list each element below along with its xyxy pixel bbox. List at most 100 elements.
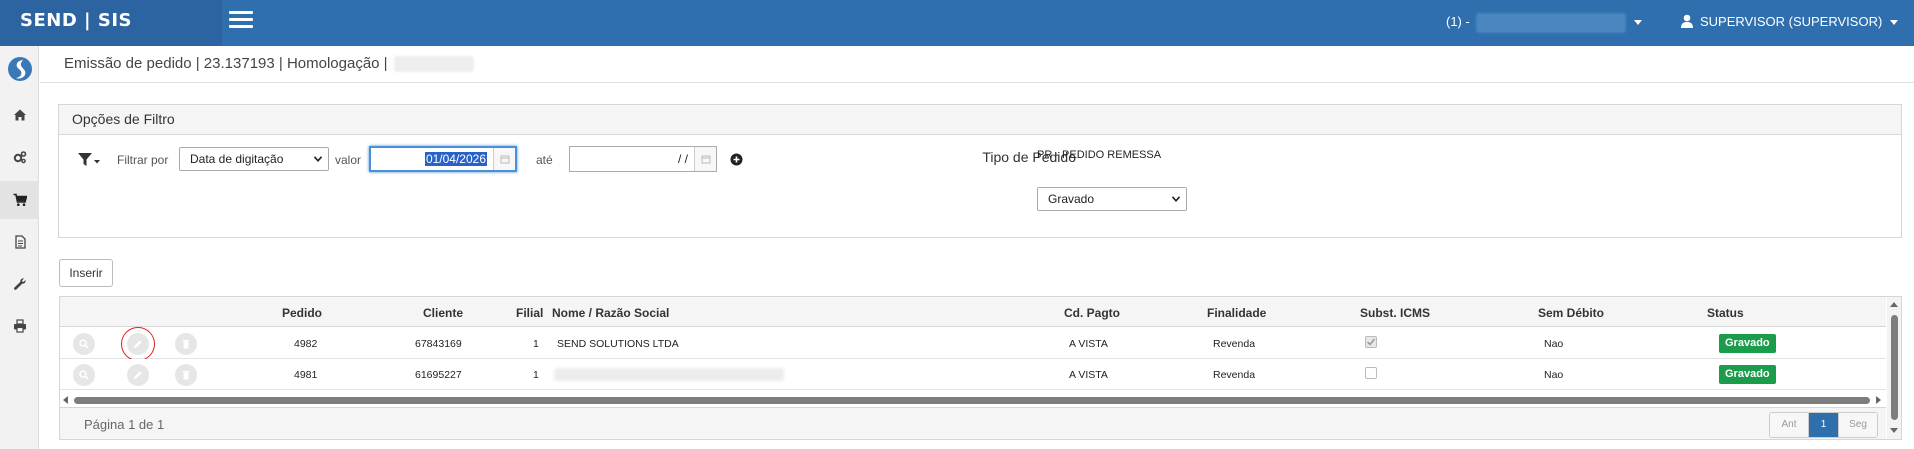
user-name: SUPERVISOR (SUPERVISOR) [1700, 14, 1883, 29]
orders-grid: Pedido Cliente Filial Nome / Razão Socia… [59, 296, 1902, 440]
status-select-value: Gravado [1048, 192, 1095, 206]
col-header-sem-debito[interactable]: Sem Débito [1538, 306, 1604, 320]
col-header-pedido[interactable]: Pedido [282, 306, 322, 320]
page-1-button[interactable]: 1 [1808, 413, 1839, 437]
col-header-cliente[interactable]: Cliente [423, 306, 463, 320]
sidebar-item-tools[interactable] [0, 265, 39, 303]
cell-filial: 1 [533, 369, 539, 381]
caret-down-icon [1890, 20, 1899, 26]
printer-icon [13, 319, 26, 333]
sidebar-item-settings[interactable] [0, 138, 39, 176]
company-prefix: (1) - [1446, 14, 1470, 29]
view-button[interactable] [73, 333, 95, 355]
sidebar-item-home[interactable] [0, 96, 39, 134]
cell-sem-debito: Nao [1544, 369, 1564, 381]
cell-sem-debito: Nao [1544, 338, 1564, 350]
top-navbar: SEND | SIS (1) - SUPERVISOR (SUPERVISOR) [0, 0, 1914, 46]
date-to-value: / / [677, 152, 688, 166]
value-label: valor [335, 153, 362, 167]
until-label: até [536, 153, 553, 167]
filter-by-label: Filtrar por [117, 153, 169, 167]
horizontal-scroll-thumb[interactable] [74, 397, 1870, 404]
filter-panel: Opções de Filtro Filtrar por Data de dig… [58, 104, 1902, 238]
prev-page-button[interactable]: Ant [1770, 413, 1808, 437]
edit-button[interactable] [127, 333, 149, 355]
cell-finalidade: Revenda [1213, 338, 1256, 350]
sidebar-item-print[interactable] [0, 307, 39, 345]
cell-nome: SEND SOLUTIONS LTDA [557, 338, 679, 350]
scroll-left-icon[interactable] [63, 396, 68, 404]
scroll-up-icon[interactable] [1890, 302, 1898, 307]
filter-funnel-icon[interactable] [77, 151, 101, 169]
pencil-icon [134, 340, 142, 348]
delete-button[interactable] [175, 333, 197, 355]
document-icon [14, 235, 26, 249]
date-to-input[interactable]: / / [569, 146, 717, 172]
table-row[interactable]: 4981 61695227 1 A VISTA Revenda Nao Grav… [60, 359, 1886, 390]
trash-icon [182, 371, 190, 380]
vertical-scroll-thumb[interactable] [1891, 315, 1898, 420]
cell-cliente: 61695227 [415, 369, 462, 381]
calendar-button[interactable] [694, 147, 716, 171]
home-icon [13, 109, 26, 121]
user-menu[interactable]: SUPERVISOR (SUPERVISOR) [1680, 11, 1899, 33]
col-header-subst-icms[interactable]: Subst. ICMS [1360, 306, 1430, 320]
view-button[interactable] [73, 364, 95, 386]
trash-icon [182, 340, 190, 349]
filter-by-value: Data de digitação [190, 152, 284, 166]
icms-checkbox[interactable] [1365, 367, 1377, 379]
horizontal-scrollbar[interactable] [60, 395, 1886, 405]
cell-filial: 1 [533, 338, 539, 350]
filter-panel-title: Opções de Filtro [59, 105, 1901, 135]
sidebar-item-orders[interactable] [0, 181, 39, 219]
col-header-cd-pagto[interactable]: Cd. Pagto [1064, 306, 1120, 320]
calendar-button[interactable] [493, 148, 515, 170]
insert-button[interactable]: Inserir [59, 259, 113, 287]
caret-down-icon [1633, 20, 1642, 26]
status-select[interactable]: Gravado [1037, 187, 1187, 211]
left-sidebar [0, 46, 39, 449]
cell-cd-pagto: A VISTA [1069, 338, 1108, 350]
customer-name-redacted [554, 368, 784, 381]
col-header-status[interactable]: Status [1707, 306, 1744, 320]
cell-pedido: 4982 [294, 338, 318, 350]
sidebar-item-documents[interactable] [0, 223, 39, 261]
next-page-button[interactable]: Seg [1839, 413, 1877, 437]
brand-logo[interactable]: SEND | SIS [0, 0, 222, 46]
pagination: Ant 1 Seg [1769, 412, 1878, 438]
date-from-input[interactable]: 01/04/2026 [369, 146, 517, 172]
hamburger-menu-icon[interactable] [229, 11, 253, 29]
table-row[interactable]: 4982 67843169 1 SEND SOLUTIONS LTDA A VI… [60, 327, 1886, 361]
cell-cliente: 67843169 [415, 338, 462, 350]
date-from-value: 01/04/2026 [424, 152, 487, 166]
page-title-bar: Emissão de pedido | 23.137193 | Homologa… [40, 46, 1914, 83]
cell-finalidade: Revenda [1213, 369, 1256, 381]
add-filter-icon[interactable] [730, 153, 743, 166]
edit-button[interactable] [127, 364, 149, 386]
scroll-right-icon[interactable] [1876, 396, 1881, 404]
pencil-icon [134, 371, 142, 379]
calendar-icon [500, 155, 509, 164]
redacted-field [393, 56, 474, 73]
page-info: Página 1 de 1 [84, 417, 165, 432]
vertical-scrollbar[interactable] [1887, 297, 1901, 439]
scroll-down-icon[interactable] [1890, 428, 1898, 433]
col-header-nome[interactable]: Nome / Razão Social [552, 306, 669, 320]
col-header-finalidade[interactable]: Finalidade [1207, 306, 1266, 320]
search-icon [79, 370, 89, 380]
company-name-redacted [1475, 12, 1626, 33]
calendar-icon [701, 155, 710, 164]
page-title: Emissão de pedido | 23.137193 | Homologa… [64, 55, 388, 72]
filter-by-select[interactable]: Data de digitação [179, 147, 329, 171]
app-logo-icon [8, 57, 32, 81]
status-badge: Gravado [1719, 334, 1776, 353]
cell-pedido: 4981 [294, 369, 318, 381]
shopping-cart-icon [13, 193, 27, 206]
company-selector[interactable]: (1) - [1446, 11, 1642, 33]
icms-checkbox-checked[interactable] [1365, 336, 1377, 348]
delete-button[interactable] [175, 364, 197, 386]
wrench-icon [13, 278, 26, 290]
user-icon [1681, 14, 1693, 28]
col-header-filial[interactable]: Filial [516, 306, 543, 320]
chevron-down-icon [1172, 196, 1180, 202]
